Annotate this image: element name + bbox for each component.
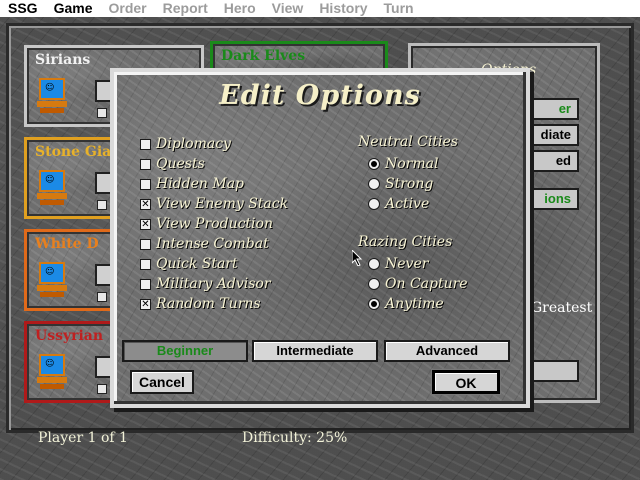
difficulty-label: Difficulty: 25% [242,430,348,446]
option-label: View Production [156,216,273,232]
radio-button[interactable] [368,278,380,290]
option-label: Hidden Map [156,176,245,192]
computer-icon[interactable]: ☺ [37,78,67,114]
radio-selected-dot [371,301,377,307]
radio-neutral-normal[interactable]: Normal [368,154,438,174]
radio-label: Strong [385,176,434,192]
radio-selected-dot [371,161,377,167]
radio-razing-anytime[interactable]: Anytime [368,294,444,314]
radio-label: Never [385,256,429,272]
checkbox[interactable] [140,238,151,250]
checkbox[interactable] [140,138,151,150]
menu-order[interactable]: Order [101,0,155,17]
checkbox[interactable] [140,178,151,190]
option-hidden-map[interactable]: Hidden Map [140,174,244,194]
player-checkbox[interactable] [97,292,107,302]
option-intense-combat[interactable]: Intense Combat [140,234,269,254]
option-label: Quick Start [156,256,238,272]
option-quick-start[interactable]: Quick Start [140,254,238,274]
dialog-title: Edit Options [219,80,421,111]
option-label: Intense Combat [156,236,269,252]
checkbox[interactable]: ✕ [140,198,151,210]
ok-button[interactable]: OK [432,370,500,394]
computer-icon[interactable]: ☺ [37,262,67,298]
player-name: White D [35,236,99,252]
radio-label: On Capture [385,276,468,292]
checkbox[interactable] [140,158,151,170]
option-label: Random Turns [156,296,261,312]
computer-icon[interactable]: ☺ [37,354,67,390]
menu-turn[interactable]: Turn [376,0,422,17]
menu-ssg[interactable]: SSG [0,0,46,17]
radio-neutral-active[interactable]: Active [368,194,429,214]
menu-hero[interactable]: Hero [216,0,264,17]
menu-game[interactable]: Game [46,0,101,17]
radio-button[interactable] [368,258,380,270]
radio-razing-on-capture[interactable]: On Capture [368,274,468,294]
player-count-label: Player 1 of 1 [38,430,128,446]
player-checkbox[interactable] [97,384,107,394]
option-diplomacy[interactable]: Diplomacy [140,134,231,154]
advanced-button[interactable]: Advanced [384,340,510,362]
checkbox[interactable]: ✕ [140,218,151,230]
computer-icon[interactable]: ☺ [37,170,67,206]
edit-options-dialog: Edit Options Diplomacy Quests Hidden Map… [110,68,530,408]
option-label: Diplomacy [156,136,231,152]
radio-label: Anytime [385,296,444,312]
greatest-label: Greatest [531,300,593,316]
player-name: Dark Elves [221,48,306,64]
radio-label: Normal [385,156,439,172]
player-checkbox[interactable] [97,108,107,118]
player-checkbox[interactable] [97,200,107,210]
mouse-cursor-icon [352,250,363,266]
option-view-enemy-stack[interactable]: ✕ View Enemy Stack [140,194,288,214]
checkbox[interactable] [140,258,151,270]
menu-report[interactable]: Report [155,0,216,17]
radio-label: Active [385,196,430,212]
radio-button[interactable] [368,298,380,310]
checkbox[interactable] [140,278,151,290]
option-view-production[interactable]: ✕ View Production [140,214,273,234]
neutral-cities-title: Neutral Cities [358,134,458,150]
player-name: Sirians [35,52,91,68]
menu-history[interactable]: History [311,0,375,17]
option-random-turns[interactable]: ✕ Random Turns [140,294,261,314]
option-quests[interactable]: Quests [140,154,205,174]
menu-view[interactable]: View [264,0,312,17]
player-name: Stone Gia [35,144,112,160]
radio-button[interactable] [368,158,380,170]
intermediate-button[interactable]: Intermediate [252,340,378,362]
radio-button[interactable] [368,178,380,190]
option-military-advisor[interactable]: Military Advisor [140,274,271,294]
option-label: Military Advisor [156,276,271,292]
option-label: Quests [156,156,205,172]
radio-razing-never[interactable]: Never [368,254,428,274]
player-name: Ussyrian [35,328,104,344]
option-label: View Enemy Stack [156,196,289,212]
menu-bar: SSG Game Order Report Hero View History … [0,0,640,17]
cancel-button[interactable]: Cancel [130,370,194,394]
radio-neutral-strong[interactable]: Strong [368,174,433,194]
beginner-button[interactable]: Beginner [122,340,248,362]
razing-cities-title: Razing Cities [358,234,453,250]
checkbox[interactable]: ✕ [140,298,151,310]
radio-button[interactable] [368,198,380,210]
